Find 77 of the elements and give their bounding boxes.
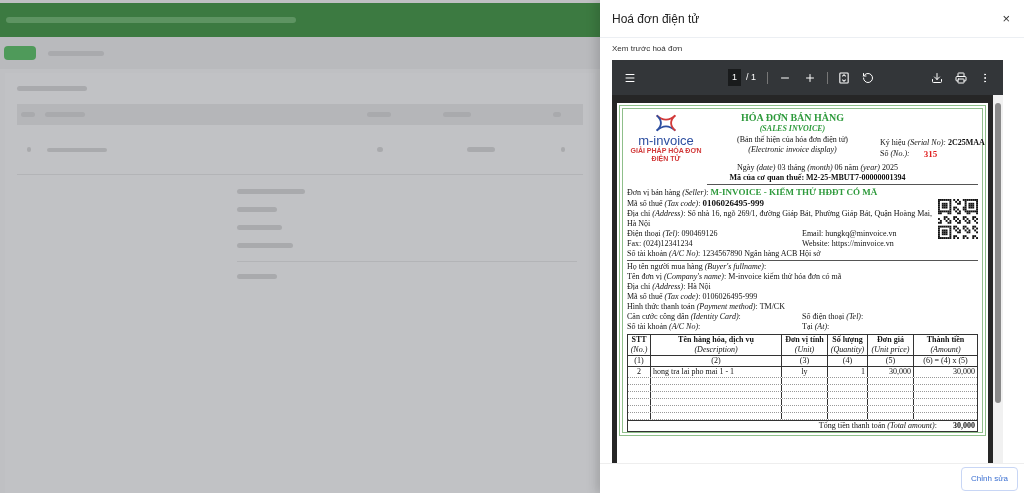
drawer-title: Hoá đơn điện tử bbox=[612, 10, 700, 28]
total-label: Tổng tiền thanh toán (Total amount): bbox=[818, 421, 937, 431]
column-number: (5) bbox=[885, 356, 896, 365]
column-header: Thành tiền bbox=[926, 335, 965, 345]
column-header-english: (No.) bbox=[630, 345, 648, 355]
close-button[interactable]: × bbox=[1000, 12, 1012, 25]
column-number: (1) bbox=[634, 356, 644, 365]
invoice-field: Tại (At): bbox=[802, 322, 830, 331]
text-placeholder bbox=[237, 207, 277, 212]
download-icon[interactable] bbox=[931, 71, 943, 84]
invoice-field: Fax: (024)12341234 bbox=[627, 239, 693, 248]
text-placeholder bbox=[237, 274, 277, 279]
text-placeholder bbox=[467, 147, 495, 152]
authority-code: Mã của cơ quan thuế: M2-25-MBUT7-00000001394 bbox=[729, 173, 906, 183]
scrollbar-thumb[interactable] bbox=[995, 103, 1001, 403]
display-note-english: (Electronic invoice display) bbox=[748, 145, 837, 155]
column-number: (4) bbox=[842, 356, 853, 365]
invoice-field: Mã số thuế (Tax code): 0106026495-999 bbox=[627, 292, 758, 301]
column-header-english: (Quantity) bbox=[830, 345, 865, 355]
invoice-date: Ngày (date) 03 tháng (month) 06 năm (year) 2025 bbox=[737, 163, 898, 173]
column-header: Số lượng bbox=[832, 335, 863, 345]
section-label: Xem trước hoá đơn bbox=[612, 43, 683, 55]
edit-button[interactable]: Chỉnh sửa bbox=[961, 466, 1018, 491]
number-label: Số (No.): bbox=[880, 149, 910, 159]
invoice-number: 315 bbox=[923, 149, 938, 159]
rotate-icon[interactable] bbox=[862, 71, 875, 84]
invoice-field: Họ tên người mua hàng (Buyer's fullname): bbox=[627, 262, 767, 271]
table-cell: 30,000 bbox=[953, 367, 975, 376]
column-header-english: (Amount) bbox=[930, 345, 961, 355]
column-header: Đơn giá bbox=[877, 335, 904, 345]
column-number: (3) bbox=[799, 356, 810, 365]
display-note: (Bản thể hiện của hóa đơn điện tử) bbox=[737, 135, 848, 145]
invoice-field: Địa chỉ (Address): Hà Nội bbox=[627, 282, 711, 291]
table-cell: hong tra lai pho mai 1 - 1 bbox=[653, 367, 735, 376]
page-number-field[interactable]: 1 bbox=[728, 68, 741, 87]
table-cell: 30,000 bbox=[889, 367, 911, 376]
column-header-english: (Description) bbox=[694, 345, 738, 355]
column-number: (2) bbox=[711, 356, 721, 365]
table-cell: 1 bbox=[861, 367, 865, 376]
table-cell: ly bbox=[801, 367, 808, 376]
invoice-field: Hình thức thanh toán (Payment method): TM/CK bbox=[627, 302, 785, 311]
text-placeholder bbox=[377, 147, 383, 152]
invoice-field: Tên đơn vị (Company's name): M-invoice kiểm thử hóa đơn có mã bbox=[627, 272, 842, 281]
invoice-field: Email: hungkq@minvoice.vn bbox=[802, 229, 897, 238]
serial-value: 2C25MAA bbox=[948, 138, 985, 148]
logo-text: m-invoice bbox=[638, 134, 694, 147]
invoice-field: Mã số thuế (Tax code): 0106026495-999 bbox=[627, 199, 764, 208]
invoice-field: Website: https://minvoice.vn bbox=[802, 239, 894, 248]
table-cell: 2 bbox=[637, 367, 641, 376]
fit-page-icon[interactable] bbox=[839, 71, 850, 84]
invoice-field: Số tài khoản (A/C No): 1234567890 Ngân hàng ACB Hội sở bbox=[627, 249, 821, 258]
serial-label: Ký hiệu (Serial No): bbox=[880, 138, 946, 148]
column-number: (6) = (4) x (5) bbox=[923, 356, 968, 365]
invoice-title: HÓA ĐƠN BÁN HÀNG bbox=[740, 112, 845, 124]
invoice-field: Số điện thoại (Tel): bbox=[802, 312, 864, 321]
page-total: / 1 bbox=[746, 70, 757, 84]
text-placeholder bbox=[237, 243, 293, 248]
zoom-in-icon[interactable] bbox=[804, 71, 817, 84]
invoice-field: Căn cước công dân (Identity Card): bbox=[627, 312, 741, 321]
title-placeholder bbox=[17, 86, 87, 91]
invoice-field: Đơn vị bán hàng (Seller): M-INVOICE - KIỂM THỬ HĐĐT CÓ MÃ bbox=[627, 188, 878, 197]
column-header: STT bbox=[631, 335, 647, 345]
text-placeholder bbox=[47, 147, 107, 152]
column-header-english: (Unit) bbox=[794, 345, 815, 355]
print-icon[interactable] bbox=[955, 71, 967, 84]
column-header-english: (Unit price) bbox=[871, 345, 910, 355]
total-amount: 30,000 bbox=[953, 421, 975, 431]
invoice-field: Số tài khoản (A/C No): bbox=[627, 322, 701, 331]
logo-mark-icon bbox=[653, 112, 679, 134]
invoice-subtitle: (SALES INVOICE) bbox=[759, 124, 826, 134]
column-header: Đơn vị tính bbox=[785, 335, 824, 345]
text-placeholder bbox=[237, 225, 282, 230]
column-header: Tên hàng hóa, dịch vụ bbox=[678, 335, 754, 345]
text-placeholder bbox=[237, 189, 305, 194]
menu-icon[interactable] bbox=[624, 71, 636, 84]
invoice-field: Điện thoại (Tel): 090469126 bbox=[627, 229, 718, 238]
qr-code-icon bbox=[938, 199, 978, 239]
